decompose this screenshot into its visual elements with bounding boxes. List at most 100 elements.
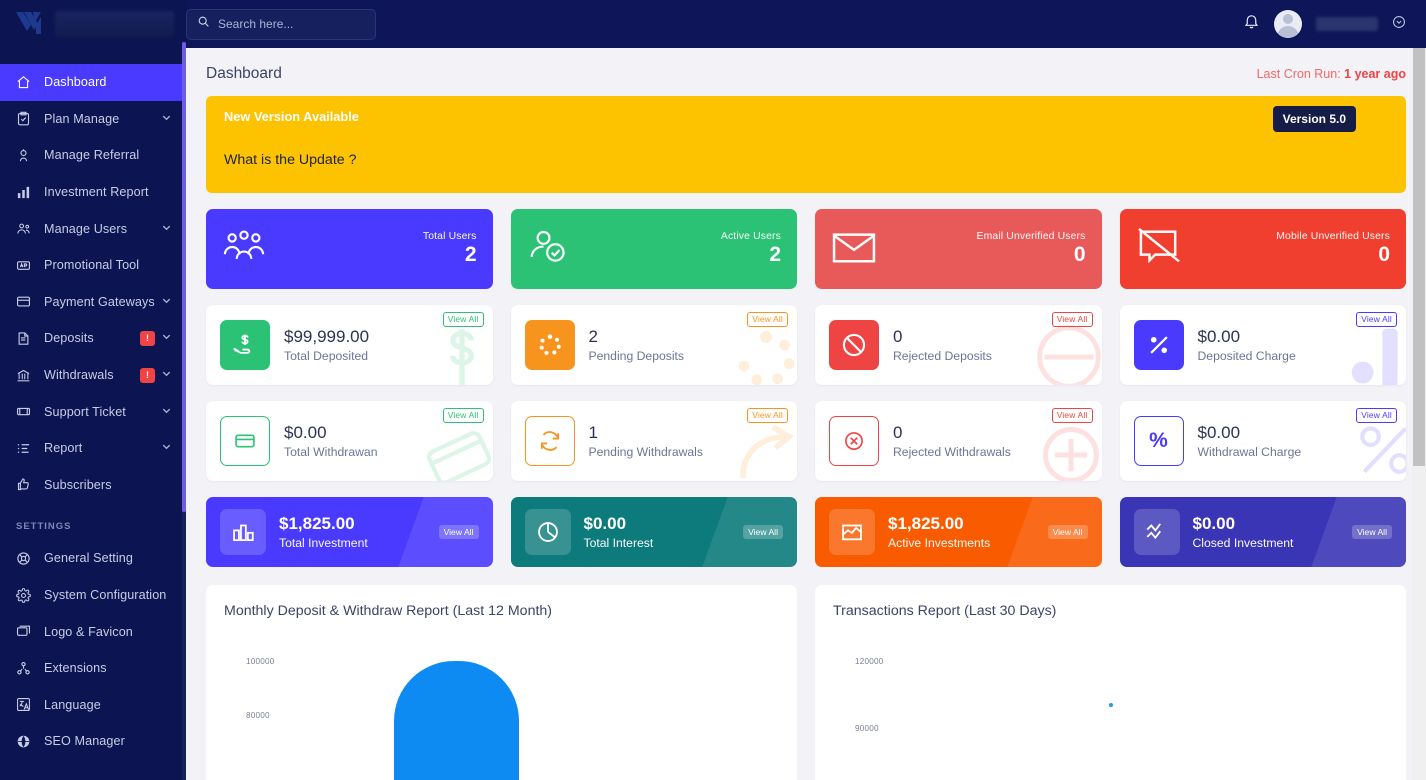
chevron-down-circle-icon[interactable] <box>1392 15 1406 34</box>
sidebar-item-label: Subscribers <box>44 478 172 492</box>
view-all-link[interactable]: View All <box>743 525 783 539</box>
sidebar-item-deposits[interactable]: Deposits ! <box>0 320 186 357</box>
card-label: Deposited Charge <box>1198 349 1296 363</box>
home-icon <box>16 75 36 90</box>
credit-card-icon <box>16 294 36 309</box>
page-header: Dashboard Last Cron Run: 1 year ago <box>206 48 1406 96</box>
sidebar-item-investment-report[interactable]: Investment Report <box>0 174 186 211</box>
card-label: Pending Deposits <box>589 349 685 363</box>
user-check-icon <box>527 227 571 272</box>
referral-icon <box>16 148 36 163</box>
chevron-down-icon[interactable] <box>161 368 172 382</box>
chevron-down-icon[interactable] <box>161 222 172 236</box>
sidebar-item-promotional-tool[interactable]: Promotional Tool <box>0 247 186 284</box>
sidebar-item-withdrawals[interactable]: Withdrawals ! <box>0 357 186 394</box>
view-all-link[interactable]: View All <box>1352 525 1392 539</box>
sidebar-nav: Dashboard Plan Manage Manage Referral <box>0 48 186 760</box>
chevron-down-icon[interactable] <box>161 331 172 345</box>
chevron-down-icon[interactable] <box>161 295 172 309</box>
sidebar-item-manage-users[interactable]: Manage Users <box>0 210 186 247</box>
sidebar-item-system-configuration[interactable]: System Configuration <box>0 577 186 614</box>
view-all-link[interactable]: View All <box>1052 312 1093 327</box>
card-total-withdrawn[interactable]: $0.00 Total Withdrawan View All <box>206 401 493 481</box>
sidebar-item-subscribers[interactable]: Subscribers <box>0 467 186 504</box>
sidebar-item-general-setting[interactable]: General Setting <box>0 540 186 577</box>
stat-card-mobile-unverified[interactable]: Mobile Unverified Users 0 <box>1120 209 1407 289</box>
card-label: Active Investments <box>888 536 990 550</box>
sidebar-item-dashboard[interactable]: Dashboard <box>0 64 186 101</box>
card-rejected-withdrawals[interactable]: 0 Rejected Withdrawals View All <box>815 401 1102 481</box>
card-total-investment[interactable]: $1,825.00 Total Investment View All <box>206 497 493 567</box>
sidebar-item-report[interactable]: Report <box>0 430 186 467</box>
stat-card-total-users[interactable]: Total Users 2 <box>206 209 493 289</box>
view-all-link[interactable]: View All <box>747 408 788 423</box>
bars-icon <box>220 509 266 555</box>
card-pending-withdrawals[interactable]: 1 Pending Withdrawals View All <box>511 401 798 481</box>
card-value: 0 <box>893 423 1011 443</box>
sidebar-item-seo-manager[interactable]: SEO Manager <box>0 723 186 760</box>
language-icon <box>16 697 36 712</box>
view-all-link[interactable]: View All <box>1052 408 1093 423</box>
sidebar-item-logo-favicon[interactable]: Logo & Favicon <box>0 613 186 650</box>
chevron-down-icon[interactable] <box>161 441 172 455</box>
sidebar-scroll-region[interactable]: Dashboard Plan Manage Manage Referral <box>0 0 186 780</box>
bar-deposit-may[interactable] <box>394 661 519 780</box>
chevron-down-icon[interactable] <box>161 112 172 126</box>
sidebar-item-extensions[interactable]: Extensions <box>0 650 186 687</box>
document-icon <box>16 331 36 346</box>
view-all-link[interactable]: View All <box>443 408 484 423</box>
card-withdrawal-charge[interactable]: % $0.00 Withdrawal Charge View All <box>1120 401 1407 481</box>
banner-question[interactable]: What is the Update ? <box>224 152 1388 168</box>
page-scrollbar-thumb[interactable] <box>1413 48 1425 466</box>
chevron-down-icon[interactable] <box>161 405 172 419</box>
card-total-deposited[interactable]: $99,999.00 Total Deposited View All <box>206 305 493 385</box>
brand-logo-area[interactable] <box>0 0 186 48</box>
status-badge: ! <box>140 331 155 346</box>
stat-value: 2 <box>721 243 781 267</box>
stat-label: Active Users <box>721 231 781 242</box>
view-all-link[interactable]: View All <box>439 525 479 539</box>
sidebar-item-manage-referral[interactable]: Manage Referral <box>0 137 186 174</box>
card-total-interest[interactable]: $0.00 Total Interest View All <box>511 497 798 567</box>
sidebar-item-label: Support Ticket <box>44 405 161 419</box>
search-input[interactable] <box>218 17 365 31</box>
card-pending-deposits[interactable]: 2 Pending Deposits View All <box>511 305 798 385</box>
bell-icon[interactable] <box>1243 13 1260 35</box>
card-meta: $0.00 Closed Investment <box>1193 514 1294 550</box>
bank-icon <box>16 368 36 383</box>
card-active-investments[interactable]: $1,825.00 Active Investments View All <box>815 497 1102 567</box>
investment-stats-row: $1,825.00 Total Investment View All $0.0… <box>206 497 1406 567</box>
user-stats-row: Total Users 2 Active Users <box>206 209 1406 289</box>
cron-value: 1 year ago <box>1344 67 1406 81</box>
card-meta: 0 Rejected Deposits <box>893 327 992 363</box>
stat-card-email-unverified[interactable]: Email Unverified Users 0 <box>815 209 1102 289</box>
search-box[interactable] <box>186 9 376 40</box>
card-closed-investment[interactable]: $0.00 Closed Investment View All <box>1120 497 1407 567</box>
card-meta: $99,999.00 Total Deposited <box>284 327 369 363</box>
user-name-redacted[interactable] <box>1316 17 1378 31</box>
globe-icon <box>16 734 36 749</box>
sidebar-item-label: Deposits <box>44 331 140 345</box>
new-version-banner: New Version Available What is the Update… <box>206 96 1406 193</box>
view-all-link[interactable]: View All <box>1356 408 1397 423</box>
sidebar-item-plan-manage[interactable]: Plan Manage <box>0 101 186 138</box>
scatter-point[interactable] <box>1109 703 1113 707</box>
chart-plot-area: 100000 80000 <box>224 639 779 780</box>
sidebar-item-language[interactable]: Language <box>0 687 186 724</box>
sidebar-item-support-ticket[interactable]: Support Ticket <box>0 393 186 430</box>
percent-ghost-icon <box>1350 416 1406 481</box>
view-all-link[interactable]: View All <box>1356 312 1397 327</box>
bar-ghost-icon <box>1332 320 1402 385</box>
stat-card-active-users[interactable]: Active Users 2 <box>511 209 798 289</box>
sidebar-item-payment-gateways[interactable]: Payment Gateways <box>0 284 186 321</box>
topbar <box>186 0 1426 48</box>
scrollbar-down-arrow-icon[interactable] <box>1413 768 1425 780</box>
view-all-link[interactable]: View All <box>747 312 788 327</box>
card-deposited-charge[interactable]: $0.00 Deposited Charge View All <box>1120 305 1407 385</box>
card-rejected-deposits[interactable]: 0 Rejected Deposits View All <box>815 305 1102 385</box>
view-all-link[interactable]: View All <box>443 312 484 327</box>
card-value: $1,825.00 <box>888 514 990 534</box>
view-all-link[interactable]: View All <box>1048 525 1088 539</box>
avatar[interactable] <box>1274 10 1302 38</box>
extensions-icon <box>16 661 36 676</box>
